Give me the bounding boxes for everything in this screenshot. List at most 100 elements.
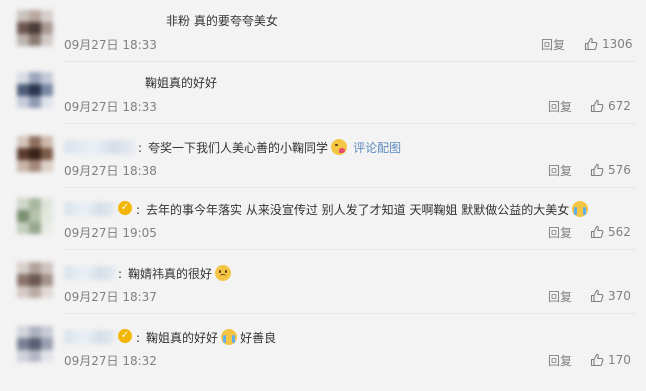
comment-divider: [64, 313, 636, 314]
avatar-pixel: [41, 350, 53, 362]
comment-text: 鞠姐真的好好: [145, 75, 217, 91]
comment-body: 夸奖一下我们人美心善的小鞠同学: [148, 141, 329, 155]
comment-image-link[interactable]: 评论配图: [353, 141, 401, 155]
like-button[interactable]: 370: [590, 289, 631, 303]
reply-button[interactable]: 回复: [548, 224, 572, 241]
avatar[interactable]: [17, 136, 53, 172]
kiss-emoji-icon: [331, 139, 348, 155]
avatar-pixel: [17, 338, 29, 350]
avatar-pixel: [41, 222, 53, 234]
avatar-pixel: [29, 96, 41, 108]
reply-button[interactable]: 回复: [541, 36, 565, 53]
avatar-pixel: [17, 262, 29, 274]
like-button[interactable]: 672: [590, 99, 631, 113]
comment-body: 鞠姐真的好好: [146, 331, 219, 345]
reply-button[interactable]: 回复: [548, 352, 572, 369]
avatar-pixel: [29, 338, 41, 350]
avatar-pixel: [41, 72, 53, 84]
avatar-pixel: [41, 160, 53, 172]
username-blurred[interactable]: [64, 266, 116, 280]
avatar-pixel: [41, 148, 53, 160]
comment-body: 去年的事今年落实 从来没宣传过 别人发了才知道 天啊鞠姐 默默做公益的大美女: [146, 203, 570, 217]
comment-text: : 夸奖一下我们人美心善的小鞠同学 评论配图: [138, 139, 401, 156]
reply-button[interactable]: 回复: [548, 162, 572, 179]
like-count: 672: [608, 99, 631, 113]
avatar-pixel: [29, 10, 41, 22]
reply-button[interactable]: 回复: [548, 98, 572, 115]
comment-timestamp: 09月27日 19:05: [64, 226, 157, 240]
avatar-pixel: [29, 84, 41, 96]
comment-colon: :: [136, 331, 141, 345]
comment-body: 鞠婧祎真的很好: [128, 267, 213, 281]
avatar-pixel: [29, 262, 41, 274]
avatar-pixel: [17, 136, 29, 148]
comment-colon: :: [138, 141, 143, 155]
avatar-pixel: [29, 22, 41, 34]
comment-colon: :: [118, 267, 123, 281]
comment-item: 非粉 真的要夸夸美女 09月27日 18:33 回复 1306: [0, 0, 646, 62]
thumbs-up-icon: [590, 289, 604, 303]
avatar-pixel: [29, 286, 41, 298]
comment-divider: [64, 249, 636, 250]
avatar-pixel: [29, 160, 41, 172]
avatar-pixel: [41, 84, 53, 96]
username-blurred[interactable]: [64, 330, 116, 344]
avatar-pixel: [41, 198, 53, 210]
like-button[interactable]: 1306: [584, 37, 633, 51]
avatar-pixel: [17, 34, 29, 46]
avatar-pixel: [29, 148, 41, 160]
avatar-pixel: [29, 274, 41, 286]
avatar-pixel: [29, 326, 41, 338]
cry-emoji-icon: [572, 201, 589, 217]
avatar-pixel: [29, 72, 41, 84]
avatar-pixel: [17, 350, 29, 362]
like-button[interactable]: 576: [590, 163, 631, 177]
vip-badge-icon: ✓: [118, 201, 132, 215]
comment-timestamp: 09月27日 18:32: [64, 354, 157, 368]
avatar-pixel: [41, 136, 53, 148]
comment-timestamp: 09月27日 18:38: [64, 164, 157, 178]
like-count: 1306: [602, 37, 633, 51]
comment-timestamp: 09月27日 18:33: [64, 38, 157, 52]
avatar[interactable]: [17, 262, 53, 298]
avatar-pixel: [29, 222, 41, 234]
username-blurred[interactable]: [64, 140, 136, 154]
avatar-pixel: [17, 326, 29, 338]
comment-text: 非粉 真的要夸夸美女: [166, 13, 278, 29]
comment-text: : 鞠婧祎真的很好: [118, 265, 232, 282]
comment-divider: [64, 123, 636, 124]
like-count: 576: [608, 163, 631, 177]
avatar-pixel: [29, 350, 41, 362]
avatar-pixel: [41, 286, 53, 298]
avatar-pixel: [41, 210, 53, 222]
sad-emoji-icon: [215, 265, 232, 281]
avatar-pixel: [41, 274, 53, 286]
thumbs-up-icon: [590, 353, 604, 367]
thumbs-up-icon: [590, 99, 604, 113]
avatar[interactable]: [17, 326, 53, 362]
like-button[interactable]: 170: [590, 353, 631, 367]
comment-item: : 鞠婧祎真的很好 09月27日 18:37 回复 370: [0, 252, 646, 314]
reply-button[interactable]: 回复: [548, 288, 572, 305]
avatar-pixel: [41, 10, 53, 22]
avatar-pixel: [41, 326, 53, 338]
avatar-pixel: [17, 22, 29, 34]
comment-body: 鞠姐真的好好: [145, 76, 218, 90]
avatar-pixel: [17, 198, 29, 210]
username-blurred[interactable]: [64, 202, 116, 216]
avatar-pixel: [17, 210, 29, 222]
like-button[interactable]: 562: [590, 225, 631, 239]
avatar-pixel: [17, 148, 29, 160]
like-count: 562: [608, 225, 631, 239]
avatar[interactable]: [17, 72, 53, 108]
thumbs-up-icon: [590, 163, 604, 177]
vip-badge-icon: ✓: [118, 329, 132, 343]
avatar-pixel: [29, 34, 41, 46]
avatar[interactable]: [17, 10, 53, 46]
avatar[interactable]: [17, 198, 53, 234]
avatar-pixel: [41, 34, 53, 46]
avatar-pixel: [17, 286, 29, 298]
avatar-pixel: [41, 96, 53, 108]
comment-text: : 鞠姐真的好好 好善良: [136, 329, 276, 346]
comment-item: ✓: 去年的事今年落实 从来没宣传过 别人发了才知道 天啊鞠姐 默默做公益的大美女…: [0, 188, 646, 250]
